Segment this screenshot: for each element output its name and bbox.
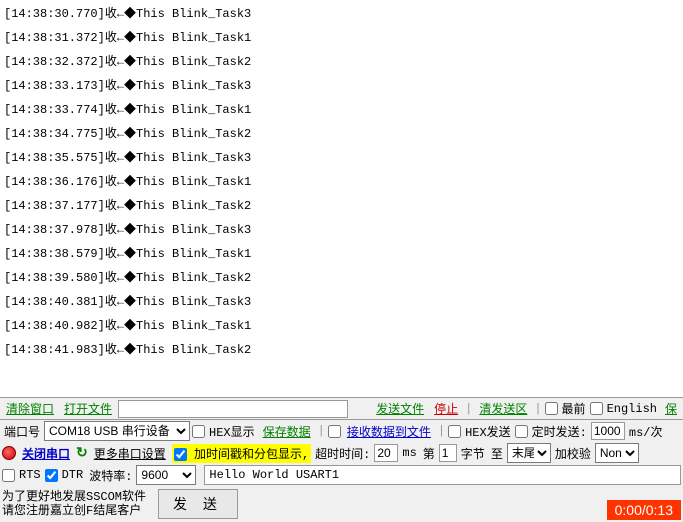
log-line: [14:38:34.775]收←◆This Blink_Task2	[4, 122, 679, 146]
hex-display-checkbox[interactable]	[192, 425, 205, 438]
timed-send-checkbox[interactable]	[515, 425, 528, 438]
timeout-unit: ms	[400, 446, 418, 460]
port-combo[interactable]: COM18 USB 串行设备	[44, 421, 190, 441]
toolbar-row-4: RTS DTR 波特率: 9600	[0, 464, 683, 486]
footer: 为了更好地发展SSCOM软件 请您注册嘉立创F结尾客户 发 送 0:00/0:1…	[0, 486, 683, 522]
hex-send-checkbox[interactable]	[448, 425, 461, 438]
footer-promo: 为了更好地发展SSCOM软件 请您注册嘉立创F结尾客户	[2, 490, 146, 518]
log-line: [14:38:32.372]收←◆This Blink_Task2	[4, 50, 679, 74]
log-line: [14:38:33.774]收←◆This Blink_Task1	[4, 98, 679, 122]
clear-window-button[interactable]: 清除窗口	[2, 400, 58, 417]
rts-label: RTS	[17, 468, 43, 482]
english-label: English	[605, 402, 659, 416]
send-file-button[interactable]: 发送文件	[372, 400, 428, 417]
port-status-icon	[2, 446, 16, 460]
check-combo[interactable]: None	[595, 443, 639, 463]
timeout-input[interactable]	[374, 444, 398, 462]
timer-display: 0:00/0:13	[607, 500, 681, 520]
toolbar-row-3: 关闭串口 ↻ 更多串口设置 加时间戳和分包显示, 超时时间: ms 第 字节 至…	[0, 442, 683, 464]
clear-send-area-button[interactable]: 清发送区	[475, 400, 531, 417]
topmost-checkbox[interactable]	[545, 402, 558, 415]
log-output: [14:38:30.770]收←◆This Blink_Task3[14:38:…	[0, 0, 683, 398]
open-file-button[interactable]: 打开文件	[60, 400, 116, 417]
send-data-input[interactable]	[204, 465, 681, 485]
send-button[interactable]: 发 送	[158, 489, 238, 519]
recv-to-file-checkbox[interactable]	[328, 425, 341, 438]
timestamp-label: 加时间戳和分包显示,	[194, 448, 309, 462]
close-port-button[interactable]: 关闭串口	[18, 445, 74, 462]
timeout-label: 超时时间:	[313, 445, 372, 462]
log-line: [14:38:30.770]收←◆This Blink_Task3	[4, 2, 679, 26]
byte-label: 字节	[459, 445, 487, 462]
baud-combo[interactable]: 9600	[136, 465, 196, 485]
nth-input[interactable]	[439, 444, 457, 462]
log-line: [14:38:31.372]收←◆This Blink_Task1	[4, 26, 679, 50]
log-line: [14:38:37.177]收←◆This Blink_Task2	[4, 194, 679, 218]
log-line: [14:38:40.381]收←◆This Blink_Task3	[4, 290, 679, 314]
port-label: 端口号	[2, 423, 42, 440]
baud-label: 波特率:	[87, 467, 134, 484]
dtr-label: DTR	[60, 468, 86, 482]
timed-send-value[interactable]	[591, 422, 625, 440]
log-line: [14:38:38.579]收←◆This Blink_Task1	[4, 242, 679, 266]
toolbar-row-2: 端口号 COM18 USB 串行设备 HEX显示 保存数据 | 接收数据到文件 …	[0, 420, 683, 442]
refresh-icon[interactable]: ↻	[76, 445, 88, 462]
add-check-label: 加校验	[553, 445, 593, 462]
toolbar-row-1: 清除窗口 打开文件 发送文件 停止 | 清发送区 | 最前 English 保	[0, 398, 683, 420]
end-combo[interactable]: 末尾	[507, 443, 551, 463]
timed-send-unit: ms/次	[627, 423, 665, 440]
topmost-label: 最前	[560, 400, 588, 417]
log-line: [14:38:33.173]收←◆This Blink_Task3	[4, 74, 679, 98]
timed-send-label: 定时发送:	[530, 423, 589, 440]
timestamp-checkbox[interactable]	[174, 448, 187, 461]
hex-send-label: HEX发送	[463, 423, 513, 440]
nth-label: 第	[421, 445, 437, 462]
log-line: [14:38:36.176]收←◆This Blink_Task1	[4, 170, 679, 194]
more-settings-button[interactable]: 更多串口设置	[90, 445, 170, 462]
log-line: [14:38:39.580]收←◆This Blink_Task2	[4, 266, 679, 290]
log-line: [14:38:41.983]收←◆This Blink_Task2	[4, 338, 679, 362]
file-path-input[interactable]	[118, 400, 348, 418]
timestamp-option: 加时间戳和分包显示,	[172, 444, 311, 463]
dtr-checkbox[interactable]	[45, 469, 58, 482]
recv-to-file-label[interactable]: 接收数据到文件	[343, 423, 435, 440]
to-label: 至	[489, 445, 505, 462]
english-checkbox[interactable]	[590, 402, 603, 415]
save-data-button[interactable]: 保存数据	[259, 423, 315, 440]
hex-display-label: HEX显示	[207, 423, 257, 440]
rts-checkbox[interactable]	[2, 469, 15, 482]
log-line: [14:38:40.982]收←◆This Blink_Task1	[4, 314, 679, 338]
log-line: [14:38:35.575]收←◆This Blink_Task3	[4, 146, 679, 170]
stop-button[interactable]: 停止	[430, 400, 462, 417]
save-params-button[interactable]: 保	[661, 400, 681, 417]
log-line: [14:38:37.978]收←◆This Blink_Task3	[4, 218, 679, 242]
